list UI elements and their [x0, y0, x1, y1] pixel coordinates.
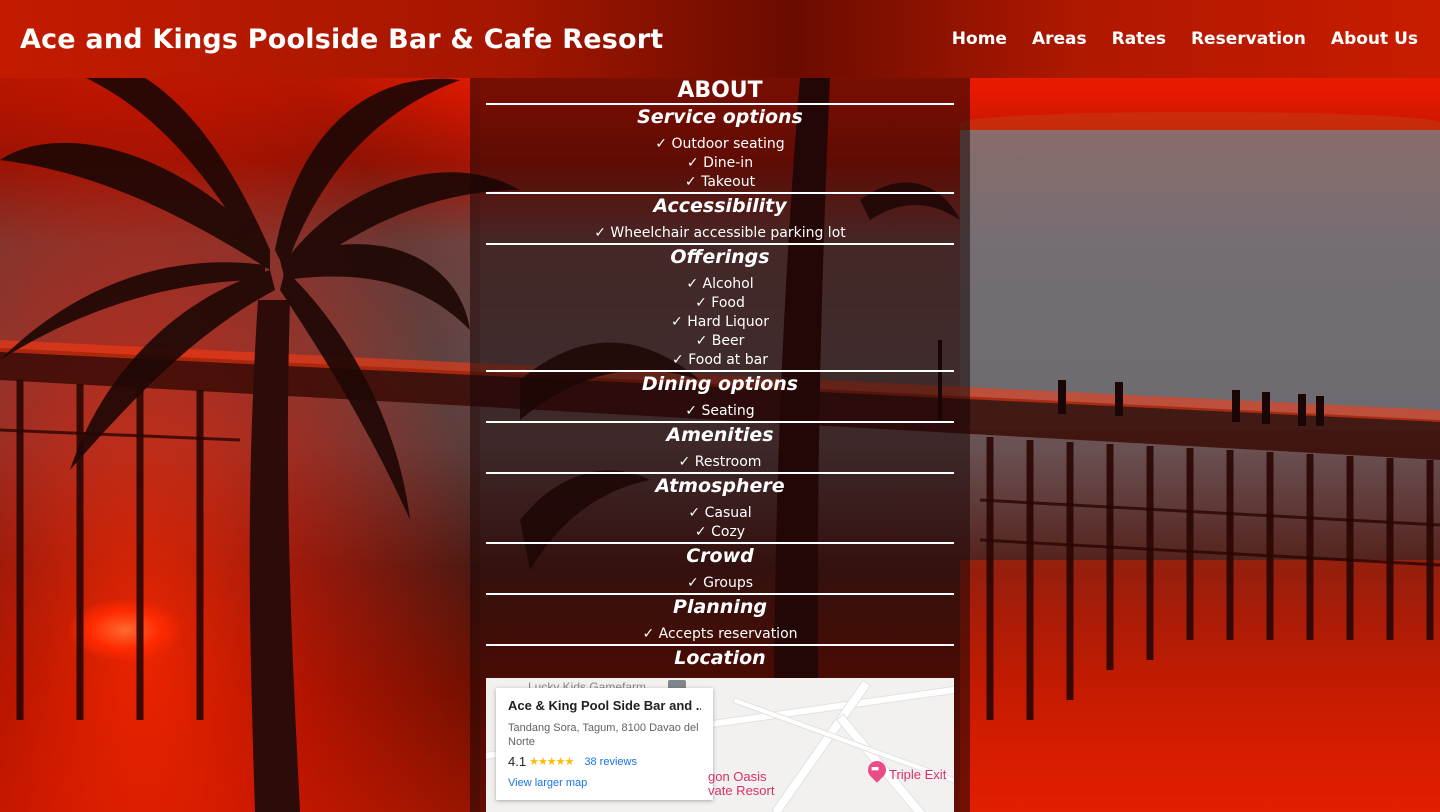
- reviews-link[interactable]: 38 reviews: [584, 756, 637, 768]
- rating-value: 4.1: [508, 754, 527, 769]
- view-larger-map-link[interactable]: View larger map: [508, 777, 701, 789]
- list-item: ✓ Beer: [695, 333, 745, 349]
- list-item: ✓ Seating: [685, 403, 755, 419]
- list-item: ✓ Cozy: [694, 524, 746, 540]
- section-title: Service options: [637, 106, 803, 128]
- embedded-map[interactable]: Lucky Kids Gamefarm Ace & King Pool Side…: [486, 678, 954, 812]
- section-service-options: Service options ✓ Outdoor seating ✓ Dine…: [486, 105, 954, 194]
- section-offerings: Offerings ✓ Alcohol ✓ Food ✓ Hard Liquor…: [486, 245, 954, 372]
- list-item: ✓ Accepts reservation: [642, 626, 798, 642]
- nav-rates[interactable]: Rates: [1112, 29, 1166, 49]
- list-item: ✓ Alcohol: [686, 276, 754, 292]
- list-item: ✓ Hard Liquor: [671, 314, 769, 330]
- list-item: ✓ Groups: [686, 575, 754, 591]
- list-item: ✓ Dine-in: [686, 155, 754, 171]
- map-road: [835, 713, 947, 812]
- section-title: Amenities: [666, 424, 774, 446]
- section-atmosphere: Atmosphere ✓ Casual ✓ Cozy: [486, 474, 954, 544]
- list-item: ✓ Takeout: [684, 174, 756, 190]
- map-poi-label[interactable]: gon Oasis: [708, 769, 767, 784]
- star-icon: ★★★★★: [529, 756, 574, 768]
- list-item: ✓ Wheelchair accessible parking lot: [594, 225, 846, 241]
- map-poi-label[interactable]: Triple Exit: [889, 767, 946, 782]
- list-item: ✓ Food at bar: [672, 352, 768, 368]
- place-card: Ace & King Pool Side Bar and ... Tandang…: [496, 688, 713, 800]
- section-crowd: Crowd ✓ Groups: [486, 544, 954, 595]
- section-title: Dining options: [641, 373, 799, 395]
- list-item: ✓ Casual: [688, 505, 752, 521]
- nav-about-us[interactable]: About Us: [1331, 29, 1418, 49]
- section-title: Accessibility: [653, 195, 787, 217]
- section-amenities: Amenities ✓ Restroom: [486, 423, 954, 474]
- list-item: ✓ Restroom: [678, 454, 762, 470]
- section-title: Crowd: [686, 545, 754, 567]
- section-title: Location: [674, 647, 766, 669]
- site-brand[interactable]: Ace and Kings Poolside Bar & Cafe Resort: [20, 24, 663, 55]
- list-item: ✓ Outdoor seating: [655, 136, 785, 152]
- about-title: ABOUT: [486, 78, 954, 105]
- map-poi-label[interactable]: vate Resort: [708, 783, 774, 798]
- place-rating: 4.1 ★★★★★ 38 reviews: [508, 754, 701, 769]
- about-panel: ABOUT Service options ✓ Outdoor seating …: [470, 78, 970, 812]
- section-title: Atmosphere: [655, 475, 785, 497]
- section-title: Planning: [673, 596, 767, 618]
- section-location: Location Lucky Kids Gamefarm Ace & King …: [486, 646, 954, 812]
- main-nav: Home Areas Rates Reservation About Us: [952, 29, 1418, 49]
- site-header: Ace and Kings Poolside Bar & Cafe Resort…: [0, 0, 1440, 78]
- place-name: Ace & King Pool Side Bar and ...: [508, 698, 701, 713]
- nav-home[interactable]: Home: [952, 29, 1007, 49]
- nav-reservation[interactable]: Reservation: [1191, 29, 1306, 49]
- section-planning: Planning ✓ Accepts reservation: [486, 595, 954, 646]
- section-title: Offerings: [670, 246, 770, 268]
- section-accessibility: Accessibility ✓ Wheelchair accessible pa…: [486, 194, 954, 245]
- place-address: Tandang Sora, Tagum, 8100 Davao del Nort…: [508, 722, 699, 748]
- list-item: ✓ Food: [695, 295, 745, 311]
- section-dining-options: Dining options ✓ Seating: [486, 372, 954, 423]
- nav-areas[interactable]: Areas: [1032, 29, 1087, 49]
